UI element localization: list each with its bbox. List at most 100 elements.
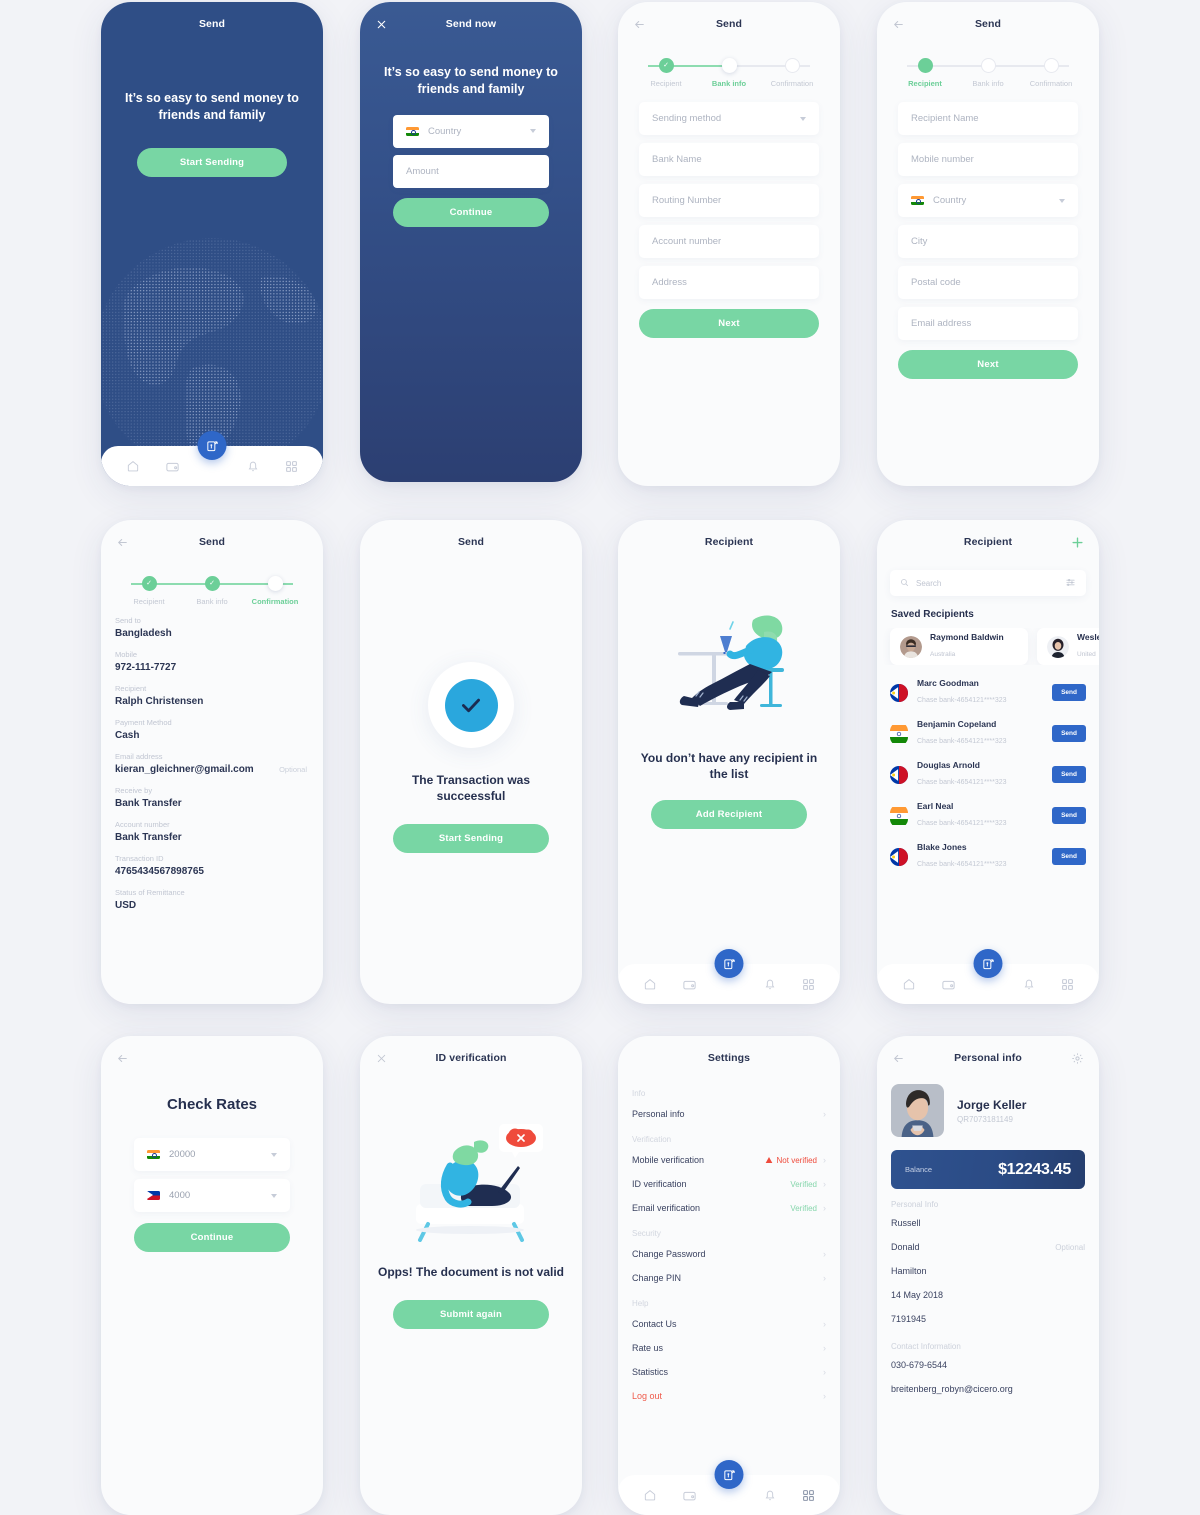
back-arrow-icon[interactable] [114,1050,130,1066]
step-confirmation[interactable]: Confirmation [766,58,818,88]
continue-button[interactable]: Continue [134,1223,290,1252]
step-dot-todo [1043,58,1059,73]
header [101,1036,323,1080]
account-number-input[interactable]: Account number [639,225,819,258]
amount-input[interactable]: Amount [393,154,549,188]
back-arrow-icon[interactable] [890,16,906,32]
back-arrow-icon[interactable] [114,534,130,550]
step-recipient[interactable]: ✓ Recipient [123,576,175,606]
send-button[interactable]: Send [1052,684,1086,702]
step-recipient[interactable]: ✓ Recipient [640,58,692,88]
to-amount-select[interactable]: 4000 [134,1179,290,1212]
grid-icon[interactable] [1061,978,1074,991]
settings-item-contact-us[interactable]: Contact Us › [618,1312,840,1336]
postal-code-input[interactable]: Postal code [898,266,1078,299]
header: Personal info [877,1036,1099,1080]
bell-icon[interactable] [763,977,777,991]
sending-method-select[interactable]: Sending method [639,102,819,135]
wallet-icon[interactable] [165,459,180,474]
send-button[interactable]: Send [1052,725,1086,743]
status-badge: Not verified [765,1156,817,1165]
start-sending-button[interactable]: Start Sending [393,824,549,854]
recipient-name-input[interactable]: Recipient Name [898,102,1078,135]
settings-item-statistics[interactable]: Statistics › [618,1360,840,1384]
next-button[interactable]: Next [639,309,819,338]
screen-recipient-list: Recipient Search Saved Recipients Raymon… [877,520,1099,1004]
home-icon[interactable] [643,977,657,991]
page-title: Send [974,18,1002,30]
home-icon[interactable] [126,459,140,473]
bell-icon[interactable] [1022,977,1036,991]
recipient-bank: Chase bank-4654121****323 [917,779,1007,787]
page-title: Personal info [954,1052,1022,1064]
list-item[interactable]: Benjamin Copeland Chase bank-4654121****… [877,713,1099,754]
grid-icon[interactable] [285,460,298,473]
back-arrow-icon[interactable] [890,1050,906,1066]
gear-icon[interactable] [1069,1050,1085,1066]
settings-item-mobile-verification[interactable]: Mobile verification Not verified › [618,1148,840,1172]
settings-item-label: Contact Us [632,1319,677,1329]
field-placeholder: Postal code [911,277,961,288]
list-item[interactable]: Marc Goodman Chase bank-4654121****323 S… [877,672,1099,713]
send-button[interactable]: Send [1052,766,1086,784]
settings-item-id-verification[interactable]: ID verification Verified › [618,1172,840,1196]
mobile-number-input[interactable]: Mobile number [898,143,1078,176]
wallet-icon[interactable] [682,977,697,992]
bell-icon[interactable] [246,459,260,473]
bell-icon[interactable] [763,1488,777,1502]
step-bank-info[interactable]: Bank info [962,58,1014,88]
home-icon[interactable] [643,1488,657,1502]
list-item[interactable]: Blake Jones Chase bank-4654121****323 Se… [877,836,1099,877]
settings-item-rate-us[interactable]: Rate us › [618,1336,840,1360]
close-icon[interactable] [373,16,389,32]
recipient-card[interactable]: Raymond Baldwin Australia [890,628,1028,665]
address-input[interactable]: Address [639,266,819,299]
success-halo [428,662,514,748]
add-recipient-button[interactable]: Add Recipient [651,800,807,830]
wallet-icon[interactable] [941,977,956,992]
send-money-fab[interactable] [714,1460,744,1489]
start-sending-button[interactable]: Start Sending [137,147,287,177]
home-icon[interactable] [902,977,916,991]
send-money-fab[interactable] [973,949,1003,978]
continue-button[interactable]: Continue [393,197,549,227]
next-button[interactable]: Next [898,350,1078,379]
step-confirmation[interactable]: Confirmation [1025,58,1077,88]
settings-item-change-pin[interactable]: Change PIN › [618,1266,840,1290]
submit-again-button[interactable]: Submit again [393,1300,549,1330]
list-item[interactable]: Douglas Arnold Chase bank-4654121****323… [877,754,1099,795]
settings-item-change-password[interactable]: Change Password › [618,1242,840,1266]
back-arrow-icon[interactable] [631,16,647,32]
wallet-icon[interactable] [682,1488,697,1503]
step-bank-info[interactable]: ✓ Bank info [186,576,238,606]
country-select[interactable]: Country [898,184,1078,217]
list-item[interactable]: Earl Neal Chase bank-4654121****323 Send [877,795,1099,836]
step-dot-done: ✓ [141,576,157,591]
close-icon[interactable] [373,1050,389,1066]
step-recipient[interactable]: Recipient [899,58,951,88]
email-address-input[interactable]: Email address [898,307,1078,340]
filter-icon[interactable] [1065,577,1076,590]
grid-icon[interactable] [802,1489,815,1502]
profile-text: Jorge Keller QR7073181149 [957,1098,1026,1124]
bank-name-input[interactable]: Bank Name [639,143,819,176]
india-flag-icon [890,721,908,746]
from-amount-select[interactable]: 20000 [134,1138,290,1171]
send-money-fab[interactable] [714,949,744,978]
send-button[interactable]: Send [1052,807,1086,825]
step-bank-info[interactable]: Bank info [703,58,755,88]
step-confirmation[interactable]: Confirmation [249,576,301,606]
country-select[interactable]: Country [393,114,549,148]
settings-item-log-out[interactable]: Log out › [618,1384,840,1408]
grid-icon[interactable] [802,978,815,991]
city-input[interactable]: City [898,225,1078,258]
send-button[interactable]: Send [1052,848,1086,866]
recipient-card[interactable]: Wesley United [1037,628,1099,665]
settings-item-email-verification[interactable]: Email verification Verified › [618,1196,840,1220]
plus-icon[interactable] [1069,534,1085,550]
routing-number-input[interactable]: Routing Number [639,184,819,217]
send-money-fab[interactable] [197,431,227,460]
detail-value: 972-111-7727 [115,662,177,673]
settings-item-personal-info[interactable]: Personal info › [618,1102,840,1126]
search-input[interactable]: Search [890,570,1086,596]
